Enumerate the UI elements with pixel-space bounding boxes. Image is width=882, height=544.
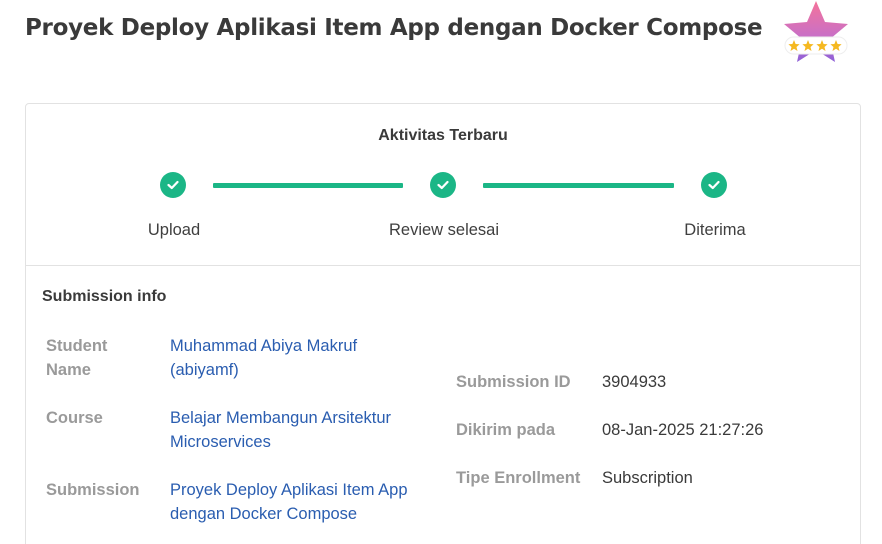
step-accepted-check-icon (701, 172, 727, 198)
sent-at-label: Dikirim pada (456, 421, 556, 439)
enrollment-type-value: Subscription (602, 469, 693, 487)
submission-link[interactable]: Proyek Deploy Aplikasi Item App dengan D… (170, 478, 408, 526)
student-name-label: Student Name (46, 337, 108, 379)
step-label-accepted: Diterima (684, 221, 746, 239)
step-review-check-icon (430, 172, 456, 198)
page-title: Proyek Deploy Aplikasi Item App dengan D… (25, 15, 763, 41)
student-name-line1: Muhammad Abiya Makruf (170, 337, 358, 355)
step-connector-1 (213, 183, 403, 188)
submission-detail-page: Proyek Deploy Aplikasi Item App dengan D… (0, 0, 882, 544)
step-label-upload: Upload (147, 221, 201, 239)
course-label: Course (46, 409, 103, 427)
course-link[interactable]: Belajar Membangun Arsitektur Microservic… (170, 406, 391, 454)
step-label-review: Review selesai (388, 221, 500, 239)
activity-section: Aktivitas Terbaru Upload Review selesai … (26, 104, 860, 266)
student-name-link[interactable]: Muhammad Abiya Makruf (abiyamf) (170, 334, 357, 382)
submission-line1: Proyek Deploy Aplikasi Item App (170, 481, 408, 499)
submission-info-title: Submission info (42, 288, 167, 305)
submission-id-label: Submission ID (456, 373, 571, 391)
step-connector-2 (483, 183, 674, 188)
course-line1: Belajar Membangun Arsitektur (170, 409, 392, 427)
submission-line2: dengan Docker Compose (170, 505, 358, 523)
submission-label: Submission (46, 481, 140, 499)
star-rating-badge-icon (781, 0, 851, 66)
submission-id-value: 3904933 (602, 373, 667, 391)
sent-at-value: 08-Jan-2025 21:27:26 (602, 421, 764, 439)
submission-card: Aktivitas Terbaru Upload Review selesai … (25, 103, 861, 544)
activity-title: Aktivitas Terbaru (378, 127, 508, 144)
enrollment-type-label: Tipe Enrollment (456, 469, 581, 487)
step-upload-check-icon (160, 172, 186, 198)
course-line2: Microservices (170, 433, 271, 451)
student-name-line2: (abiyamf) (170, 361, 239, 379)
